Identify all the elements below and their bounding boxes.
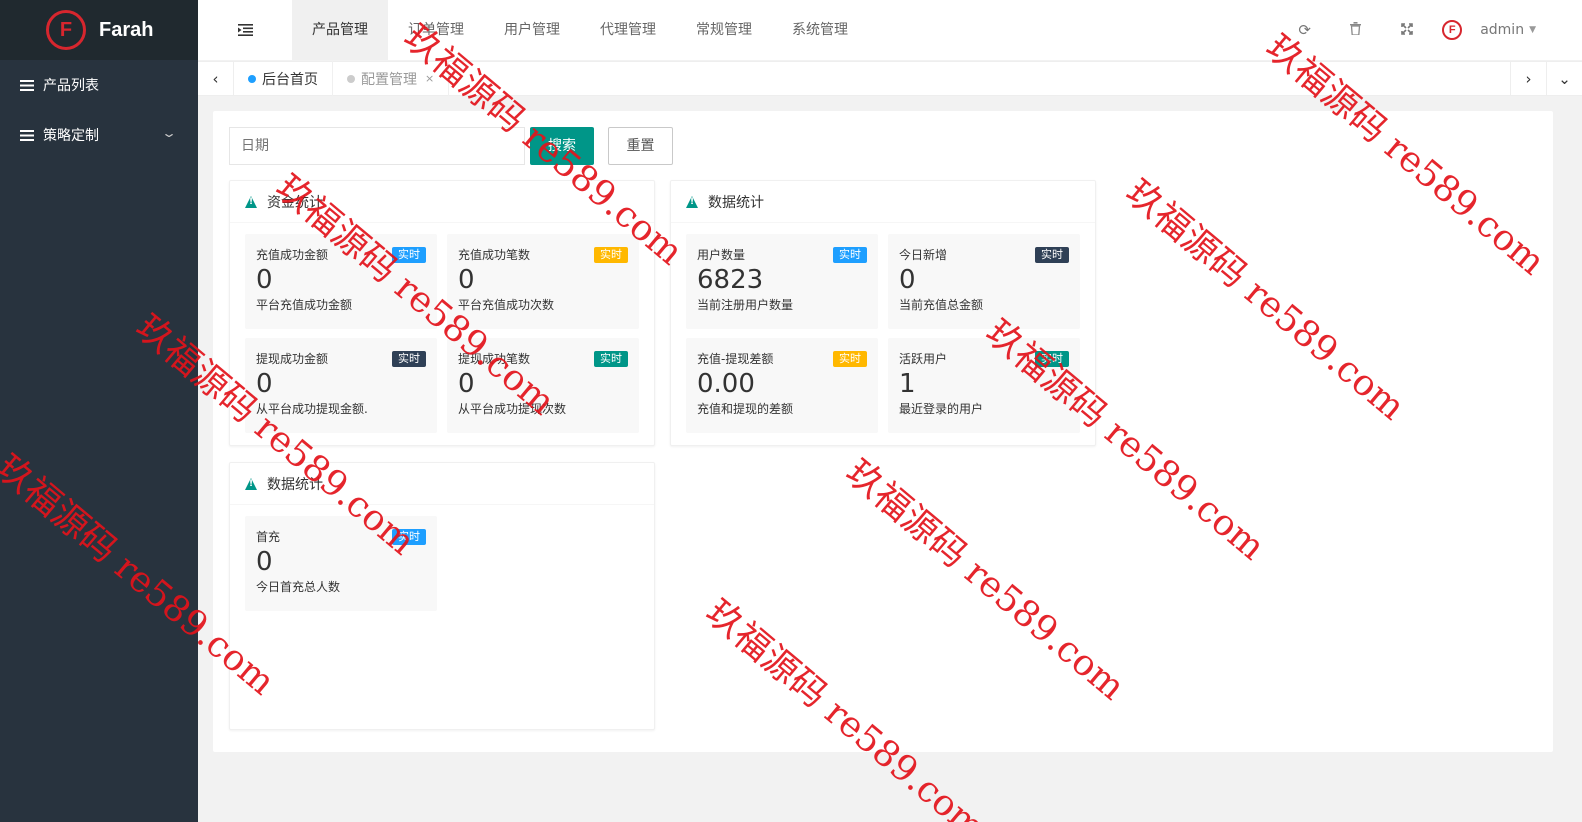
close-icon[interactable]: × xyxy=(425,72,434,85)
status-badge: 实时 xyxy=(392,529,426,545)
warning-icon xyxy=(245,195,257,208)
page-tab-config[interactable]: 配置管理 × xyxy=(333,61,450,96)
card-title: 数据统计 xyxy=(267,476,323,493)
sidebar-item-product-list[interactable]: 产品列表 xyxy=(0,60,198,110)
stat-value: 0 xyxy=(256,369,273,399)
menu-fold-icon[interactable] xyxy=(198,0,292,60)
stat-value: 0 xyxy=(458,369,475,399)
stat-active-users: 活跃用户 1 最近登录的用户 实时 xyxy=(888,338,1080,433)
tab-product-management[interactable]: 产品管理 xyxy=(292,0,388,60)
avatar[interactable]: F xyxy=(1442,20,1463,40)
stat-desc: 当前注册用户数量 xyxy=(697,298,794,312)
stat-desc: 平台充值成功次数 xyxy=(458,298,555,312)
status-badge: 实时 xyxy=(1035,247,1069,263)
status-badge: 实时 xyxy=(833,247,867,263)
card-title: 数据统计 xyxy=(708,194,764,211)
page-tab-label: 后台首页 xyxy=(262,71,318,88)
active-dot-icon xyxy=(248,74,256,83)
page-tab-label: 配置管理 xyxy=(361,71,417,88)
stat-value: 0 xyxy=(256,547,273,577)
user-name[interactable]: admin xyxy=(1480,22,1524,38)
stat-value: 0 xyxy=(256,265,273,295)
stat-desc: 从平台成功提现金额. xyxy=(256,402,368,416)
tab-order-management[interactable]: 订单管理 xyxy=(388,0,484,60)
funds-stats-card: 资金统计 充值成功金额 0 平台充值成功金额 实时 充值成功笔数 0 平台充值成… xyxy=(229,180,655,446)
first-recharge-card: 数据统计 首充 0 今日首充总人数 实时 xyxy=(229,462,655,730)
stat-desc: 充值和提现的差额 xyxy=(697,402,794,416)
refresh-icon[interactable]: ⟳ xyxy=(1279,21,1330,39)
stat-withdraw-amount: 提现成功金额 0 从平台成功提现金额. 实时 xyxy=(245,338,437,433)
card-header: 数据统计 xyxy=(671,181,1095,223)
inactive-dot-icon xyxy=(347,74,355,83)
stat-value: 0 xyxy=(458,265,475,295)
stat-new-today: 今日新增 0 当前充值总金额 实时 xyxy=(888,234,1080,329)
stat-desc: 平台充值成功金额 xyxy=(256,298,353,312)
toolbar-right: ⟳ F admin ▼ xyxy=(1279,0,1582,60)
list-icon xyxy=(20,79,34,91)
top-navbar: 产品管理 订单管理 用户管理 代理管理 常规管理 系统管理 ⟳ F admin … xyxy=(198,0,1582,60)
stat-value: 6823 xyxy=(697,265,764,295)
data-stats-card: 数据统计 用户数量 6823 当前注册用户数量 实时 今日新增 0 当前充值总金… xyxy=(670,180,1096,446)
status-badge: 实时 xyxy=(594,351,628,367)
stat-recharge-amount: 充值成功金额 0 平台充值成功金额 实时 xyxy=(245,234,437,329)
stat-value: 0 xyxy=(899,265,916,295)
list-icon xyxy=(20,129,34,141)
card-header: 资金统计 xyxy=(230,181,654,223)
stat-desc: 最近登录的用户 xyxy=(899,402,984,416)
chevron-down-icon[interactable]: ⌄ xyxy=(1546,61,1582,96)
app-logo[interactable]: F Farah xyxy=(0,0,198,60)
fullscreen-icon[interactable] xyxy=(1381,21,1432,39)
stat-first-recharge: 首充 0 今日首充总人数 实时 xyxy=(245,516,437,611)
sidebar-item-strategy[interactable]: 策略定制 ⌄ xyxy=(0,110,198,160)
status-badge: 实时 xyxy=(833,351,867,367)
stat-withdraw-count: 提现成功笔数 0 从平台成功提现次数 实时 xyxy=(447,338,639,433)
sidebar-item-label: 策略定制 xyxy=(43,128,99,144)
reset-button[interactable]: 重置 xyxy=(608,127,673,165)
status-badge: 实时 xyxy=(1035,351,1069,367)
status-badge: 实时 xyxy=(594,247,628,263)
page-tab-home[interactable]: 后台首页 xyxy=(234,61,333,96)
warning-icon xyxy=(686,195,698,208)
warning-icon xyxy=(245,477,257,490)
stat-desc: 今日首充总人数 xyxy=(256,580,341,594)
chevron-left-icon[interactable]: ‹ xyxy=(198,61,234,96)
chevron-down-icon: ⌄ xyxy=(160,126,178,140)
tab-user-management[interactable]: 用户管理 xyxy=(484,0,580,60)
stat-desc: 从平台成功提现次数 xyxy=(458,402,567,416)
farah-logo-icon: F xyxy=(46,10,86,50)
main-panel: 日期 搜索 重置 资金统计 充值成功金额 0 平台充值成功金额 实时 充值成功笔… xyxy=(213,111,1553,752)
date-input[interactable]: 日期 xyxy=(229,127,525,165)
tab-agent-management[interactable]: 代理管理 xyxy=(580,0,676,60)
tab-general-management[interactable]: 常规管理 xyxy=(676,0,772,60)
tab-system-management[interactable]: 系统管理 xyxy=(772,0,868,60)
status-badge: 实时 xyxy=(392,351,426,367)
stat-recharge-count: 充值成功笔数 0 平台充值成功次数 实时 xyxy=(447,234,639,329)
search-button[interactable]: 搜索 xyxy=(530,127,594,165)
page-tabs-bar: ‹ 后台首页 配置管理 × › ⌄ xyxy=(198,61,1582,96)
card-header: 数据统计 xyxy=(230,463,654,505)
caret-down-icon[interactable]: ▼ xyxy=(1529,25,1536,35)
chevron-right-icon[interactable]: › xyxy=(1510,61,1546,96)
stat-user-count: 用户数量 6823 当前注册用户数量 实时 xyxy=(686,234,878,329)
sidebar: F Farah 产品列表 策略定制 ⌄ xyxy=(0,0,198,822)
stat-value: 0.00 xyxy=(697,369,755,399)
stat-balance-diff: 充值-提现差额 0.00 充值和提现的差额 实时 xyxy=(686,338,878,433)
stat-desc: 当前充值总金额 xyxy=(899,298,984,312)
status-badge: 实时 xyxy=(392,247,426,263)
sidebar-item-label: 产品列表 xyxy=(43,78,99,94)
stat-value: 1 xyxy=(899,369,916,399)
card-title: 资金统计 xyxy=(267,194,323,211)
app-name: Farah xyxy=(99,18,154,41)
trash-icon[interactable] xyxy=(1330,21,1381,39)
